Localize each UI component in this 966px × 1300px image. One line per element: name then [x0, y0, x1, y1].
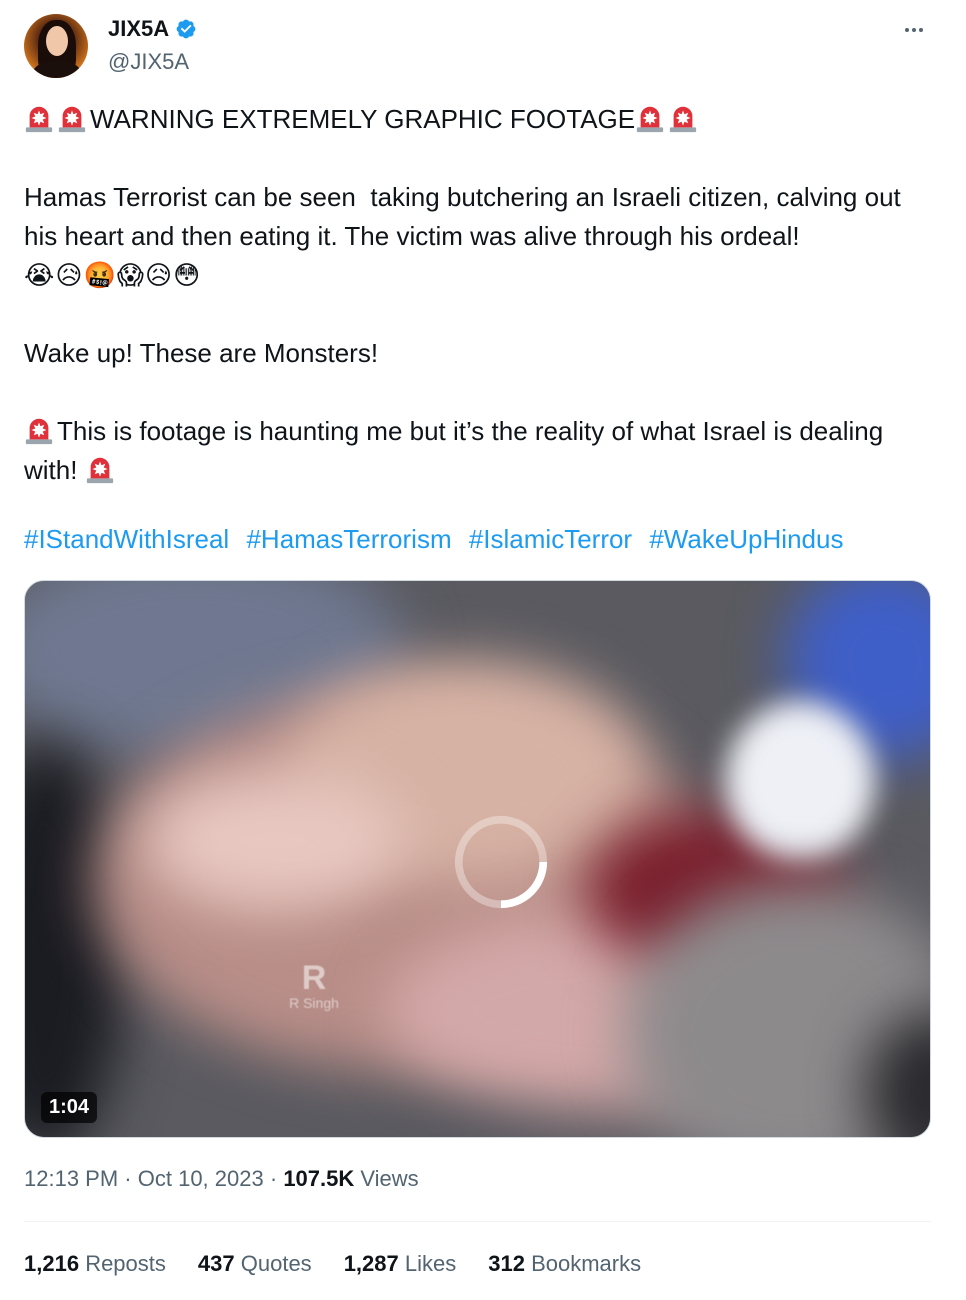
video-player[interactable]: R R Singh 1:04	[24, 580, 931, 1138]
police-siren-icon	[25, 106, 53, 133]
author-name-row[interactable]: JIX5A	[108, 16, 197, 42]
hashtag-link[interactable]: #IslamicTerror	[469, 524, 632, 554]
tweet-paragraph-1: Hamas Terrorist can be seen taking butch…	[24, 182, 908, 251]
bookmarks-stat[interactable]: 312 Bookmarks	[488, 1251, 641, 1277]
watermark-text: R Singh	[289, 995, 339, 1011]
tweet-text: WARNING EXTREMELY GRAPHIC FOOTAGE Hamas …	[24, 100, 934, 490]
hashtag-link[interactable]: #WakeUpHindus	[649, 524, 843, 554]
bookmarks-count: 312	[488, 1251, 525, 1276]
avatar[interactable]	[24, 14, 88, 78]
likes-label: Likes	[404, 1251, 457, 1276]
likes-stat[interactable]: 1,287 Likes	[344, 1251, 457, 1277]
video-duration: 1:04	[41, 1092, 98, 1123]
author-handle[interactable]: @JIX5A	[108, 49, 189, 75]
engagement-stats: 1,216 Reposts 437 Quotes 1,287 Likes 312…	[24, 1251, 641, 1277]
video-frame-region	[145, 771, 405, 911]
bookmarks-label: Bookmarks	[531, 1251, 642, 1276]
likes-count: 1,287	[343, 1251, 399, 1276]
tweet-date[interactable]: Oct 10, 2023	[138, 1166, 264, 1191]
police-siren-icon	[669, 106, 697, 133]
loading-spinner-icon	[454, 815, 548, 909]
video-watermark: R R Singh	[269, 961, 359, 1011]
video-frame-region	[725, 701, 875, 861]
author-display-name[interactable]: JIX5A	[108, 16, 169, 42]
quotes-label: Quotes	[240, 1251, 312, 1276]
views-count: 107.5K	[283, 1166, 355, 1191]
police-siren-icon	[58, 106, 86, 133]
reposts-count: 1,216	[24, 1251, 80, 1276]
watermark-logo: R	[301, 959, 327, 997]
tweet-paragraph-3: This is footage is haunting me but it’s …	[24, 416, 891, 485]
divider	[24, 1221, 931, 1222]
tweet-timestamp: 12:13 PM · Oct 10, 2023 · 107.5K Views	[24, 1166, 419, 1191]
verified-badge-icon	[176, 19, 196, 39]
hashtag-link[interactable]: #IStandWithIsreal	[24, 524, 229, 554]
more-icon[interactable]	[900, 18, 928, 42]
tweet-time[interactable]: 12:13 PM	[24, 1166, 118, 1191]
hashtag-link[interactable]: #HamasTerrorism	[246, 524, 451, 554]
reposts-label: Reposts	[85, 1251, 166, 1276]
quotes-count: 437	[197, 1251, 235, 1276]
warning-line: WARNING EXTREMELY GRAPHIC FOOTAGE	[24, 104, 701, 134]
police-siren-icon	[86, 457, 113, 484]
views-label: Views	[360, 1166, 419, 1191]
quotes-stat[interactable]: 437 Quotes	[198, 1251, 312, 1277]
warning-text: WARNING EXTREMELY GRAPHIC FOOTAGE	[90, 104, 636, 134]
tweet-paragraph-2: Wake up! These are Monsters!	[24, 338, 379, 368]
hashtags: #IStandWithIsreal #HamasTerrorism #Islam…	[24, 524, 843, 555]
reposts-stat[interactable]: 1,216 Reposts	[24, 1251, 166, 1277]
emoji-row: 😭😥🤬😱😥😳	[24, 260, 202, 290]
police-siren-icon	[636, 106, 664, 133]
police-siren-icon	[25, 418, 53, 445]
